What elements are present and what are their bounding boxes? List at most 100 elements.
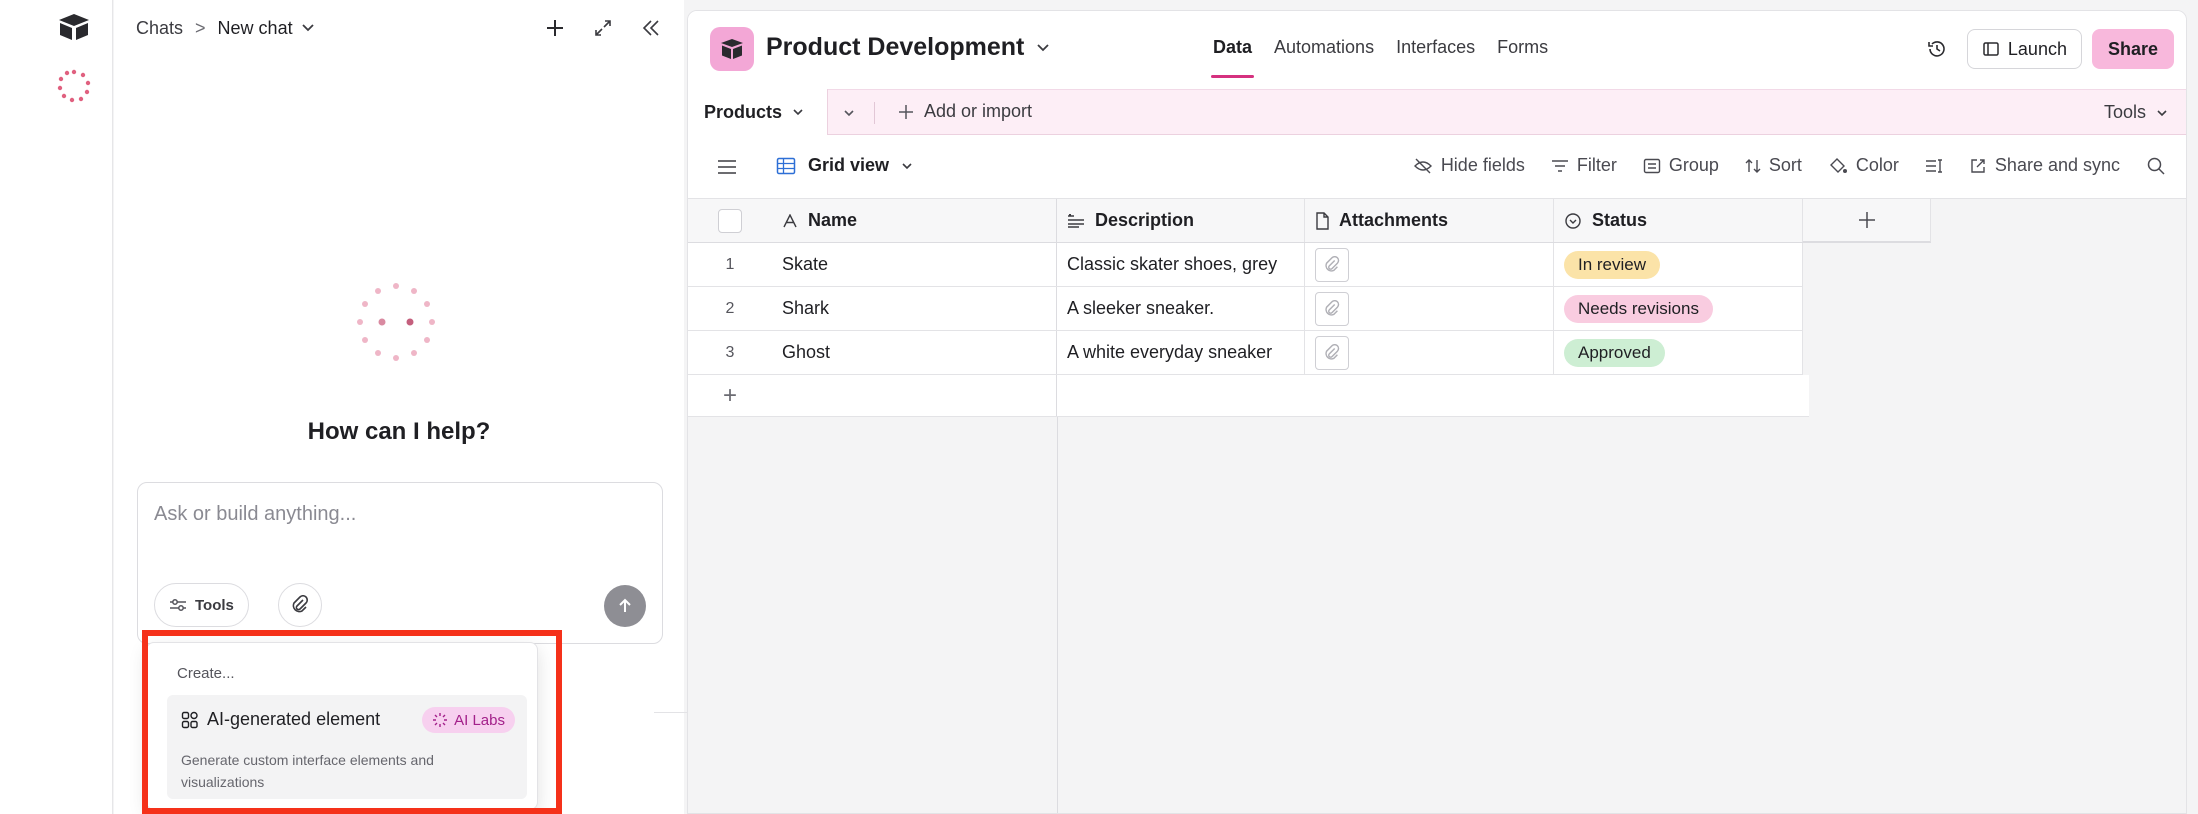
search-button[interactable]	[2146, 156, 2166, 176]
filter-label: Filter	[1576, 155, 1617, 175]
add-record-row[interactable]: +	[688, 375, 1809, 417]
collapse-panel-icon[interactable]	[640, 17, 662, 39]
paint-bucket-icon	[1829, 157, 1847, 173]
color-button[interactable]: Color	[1828, 155, 1899, 176]
add-or-import-button[interactable]: Add or import	[898, 101, 1032, 122]
tab-automations[interactable]: Automations	[1274, 37, 1374, 58]
table-row[interactable]: 3 Ghost A white everyday sneaker Approve…	[688, 331, 1803, 375]
attach-button[interactable]	[278, 583, 322, 627]
ai-generated-element-option[interactable]: AI-generated element AI Labs Generate cu…	[167, 695, 527, 799]
breadcrumb-separator-icon: >	[195, 17, 206, 38]
grid-view-icon	[776, 157, 796, 174]
divider	[874, 102, 875, 124]
view-switcher[interactable]: Grid view	[776, 155, 913, 176]
cell-attachments[interactable]	[1305, 331, 1554, 374]
arrow-up-icon	[619, 598, 631, 612]
column-header-description-label: Description	[1095, 210, 1195, 230]
base-icon[interactable]	[710, 27, 754, 71]
tools-button-label: Tools	[195, 596, 234, 614]
add-field-button[interactable]	[1803, 199, 1931, 242]
sliders-icon	[170, 599, 186, 611]
all-tables-chevron-icon[interactable]	[838, 102, 860, 124]
attachment-thumbnail[interactable]	[1315, 247, 1349, 282]
filter-button[interactable]: Filter	[1551, 155, 1617, 176]
row-height-button[interactable]	[1925, 158, 1943, 174]
status-badge: Needs revisions	[1564, 294, 1713, 323]
chat-input[interactable]	[154, 497, 634, 531]
chevron-down-icon[interactable]	[301, 21, 315, 35]
column-header-status[interactable]: Status	[1554, 199, 1803, 242]
share-button[interactable]: Share	[2091, 29, 2174, 69]
tools-menu-button[interactable]: Tools	[2104, 102, 2168, 123]
select-all-checkbox[interactable]	[718, 208, 742, 233]
column-header-description[interactable]: Description	[1057, 199, 1305, 242]
eye-off-icon	[1413, 158, 1432, 173]
ai-assistant-icon[interactable]	[56, 68, 92, 104]
group-icon	[1643, 158, 1661, 173]
hide-fields-label: Hide fields	[1440, 155, 1525, 175]
tab-forms[interactable]: Forms	[1497, 37, 1548, 58]
column-header-name-label: Name	[808, 210, 858, 230]
cell-name[interactable]: Ghost	[772, 331, 1057, 374]
expand-icon[interactable]	[592, 17, 614, 39]
cell-description[interactable]: A white everyday sneaker	[1057, 331, 1305, 374]
table-tab-products[interactable]: Products	[688, 89, 828, 135]
launch-button[interactable]: Launch	[1966, 29, 2082, 69]
add-record-plus-icon[interactable]: +	[688, 375, 772, 416]
sort-button[interactable]: Sort	[1745, 155, 1802, 176]
create-menu-heading: Create...	[177, 665, 235, 682]
column-header-status-label: Status	[1592, 210, 1648, 230]
cell-status[interactable]: Approved	[1554, 331, 1803, 374]
cell-description[interactable]: A sleeker sneaker.	[1057, 287, 1305, 330]
add-record-tail	[1057, 375, 1809, 416]
table-row[interactable]: 2 Shark A sleeker sneaker. Needs revisio…	[688, 287, 1803, 331]
base-title[interactable]: Product Development	[766, 33, 1050, 62]
paperclip-icon	[1325, 299, 1340, 316]
cell-attachments[interactable]	[1305, 287, 1554, 330]
row-number: 3	[725, 343, 735, 361]
view-name: Grid view	[808, 155, 890, 175]
column-header-name[interactable]: Name	[772, 199, 1057, 242]
plus-icon	[899, 104, 913, 119]
paperclip-icon	[1325, 343, 1340, 360]
attachment-thumbnail[interactable]	[1315, 335, 1349, 370]
single-select-icon	[1565, 212, 1581, 229]
tab-data[interactable]: Data	[1210, 37, 1255, 78]
base-panel: Product Development Data Automations Int…	[687, 10, 2187, 814]
group-button[interactable]: Group	[1643, 155, 1719, 176]
cell-name[interactable]: Shark	[772, 287, 1057, 330]
breadcrumb-chats[interactable]: Chats	[136, 18, 183, 39]
cell-name[interactable]: Skate	[772, 243, 1057, 286]
new-chat-plus-icon[interactable]	[544, 17, 566, 39]
base-nav: Data Automations Interfaces Forms	[1210, 37, 1548, 78]
cell-attachments[interactable]	[1305, 243, 1554, 286]
send-button[interactable]	[604, 585, 646, 627]
select-all-checkbox-cell[interactable]	[688, 199, 772, 242]
column-header-attachments[interactable]: Attachments	[1305, 199, 1554, 242]
share-and-sync-label: Share and sync	[1994, 155, 2120, 175]
tools-button[interactable]: Tools	[154, 583, 249, 627]
row-number: 2	[725, 299, 735, 317]
sort-label: Sort	[1768, 155, 1802, 175]
attachment-thumbnail[interactable]	[1315, 291, 1349, 326]
loading-spinner-icon	[357, 283, 435, 361]
hide-fields-button[interactable]: Hide fields	[1413, 155, 1525, 176]
filter-icon	[1551, 159, 1568, 172]
ai-labs-badge: AI Labs	[422, 707, 515, 733]
hamburger-menu-icon[interactable]	[716, 157, 738, 177]
share-and-sync-button[interactable]: Share and sync	[1969, 155, 2120, 176]
cell-status[interactable]: Needs revisions	[1554, 287, 1803, 330]
paperclip-icon	[292, 595, 309, 613]
table-row[interactable]: 1 Skate Classic skater shoes, grey In re…	[688, 243, 1803, 287]
history-button[interactable]	[1917, 29, 1957, 69]
view-actions: Hide fields Filter Group Sort Color Shar…	[1413, 155, 2166, 176]
add-or-import-label: Add or import	[924, 101, 1033, 121]
launch-icon	[1983, 42, 1999, 56]
chevron-down-icon	[793, 109, 803, 116]
base-actions: Launch Share	[1917, 29, 2174, 69]
tab-interfaces[interactable]: Interfaces	[1396, 37, 1475, 58]
app-logo-icon[interactable]	[56, 12, 92, 42]
cell-description[interactable]: Classic skater shoes, grey	[1057, 243, 1305, 286]
breadcrumb-current-chat[interactable]: New chat	[218, 18, 293, 39]
cell-status[interactable]: In review	[1554, 243, 1803, 286]
